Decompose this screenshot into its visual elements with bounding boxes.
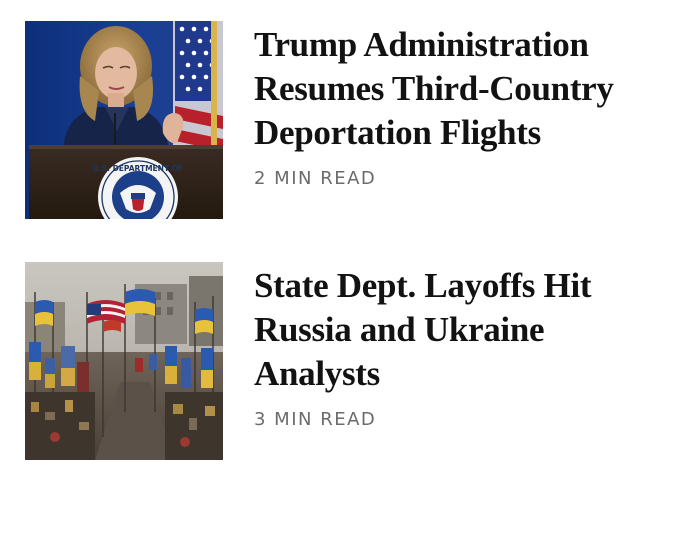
article-thumbnail[interactable] — [25, 262, 223, 460]
dhs-press-briefing-photo: U.S. DEPARTMENT OF — [25, 21, 223, 219]
seal-text: U.S. DEPARTMENT OF — [93, 164, 183, 173]
article-card[interactable]: U.S. DEPARTMENT OF Trump Administration … — [0, 21, 698, 221]
article-thumbnail[interactable]: U.S. DEPARTMENT OF — [25, 21, 223, 219]
article-card[interactable]: State Dept. Layoffs Hit Russia and Ukrai… — [0, 262, 698, 462]
memorial-flags-photo — [25, 262, 223, 460]
read-time-label: 3 MIN READ — [254, 409, 377, 430]
article-headline[interactable]: Trump Administration Resumes Third-Count… — [254, 23, 674, 155]
article-text: State Dept. Layoffs Hit Russia and Ukrai… — [254, 264, 674, 430]
article-headline[interactable]: State Dept. Layoffs Hit Russia and Ukrai… — [254, 264, 674, 396]
article-text: Trump Administration Resumes Third-Count… — [254, 23, 674, 189]
article-feed: U.S. DEPARTMENT OF Trump Administration … — [0, 0, 698, 556]
read-time-label: 2 MIN READ — [254, 168, 377, 189]
